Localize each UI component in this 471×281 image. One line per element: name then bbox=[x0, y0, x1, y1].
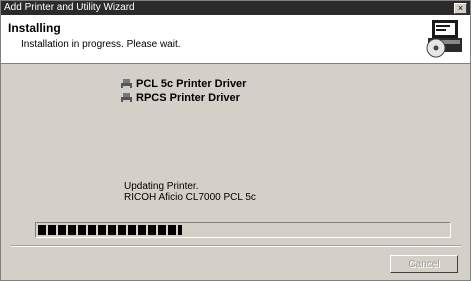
progress-block bbox=[118, 225, 126, 235]
progress-block bbox=[128, 225, 136, 235]
progress-block bbox=[68, 225, 76, 235]
progress-bar bbox=[35, 222, 451, 238]
status-line-action: Updating Printer. bbox=[124, 181, 199, 192]
progress-block bbox=[58, 225, 66, 235]
list-item: RPCS Printer Driver bbox=[121, 91, 246, 105]
list-item: PCL 5c Printer Driver bbox=[121, 77, 246, 91]
status-text: Updating Printer. RICOH Aficio CL7000 PC… bbox=[124, 181, 256, 203]
progress-block bbox=[108, 225, 116, 235]
driver-list: PCL 5c Printer Driver RPCS Printer Drive… bbox=[121, 77, 246, 105]
progress-block bbox=[138, 225, 146, 235]
progress-block bbox=[88, 225, 96, 235]
progress-block bbox=[38, 225, 46, 235]
close-button[interactable]: × bbox=[454, 3, 467, 14]
wizard-header: Installing Installation in progress. Ple… bbox=[1, 15, 470, 64]
wizard-window: Add Printer and Utility Wizard × Install… bbox=[0, 0, 471, 281]
printer-driver-icon bbox=[121, 79, 132, 89]
status-line-printer: RICOH Aficio CL7000 PCL 5c bbox=[124, 192, 256, 203]
page-subtitle: Installation in progress. Please wait. bbox=[21, 39, 181, 50]
printer-driver-icon bbox=[121, 93, 132, 103]
cancel-button[interactable]: Cancel bbox=[390, 255, 458, 273]
progress-block bbox=[98, 225, 106, 235]
driver-label: RPCS Printer Driver bbox=[136, 92, 240, 104]
page-title: Installing bbox=[8, 21, 61, 35]
progress-block bbox=[48, 225, 56, 235]
divider bbox=[11, 245, 461, 247]
printer-cd-icon bbox=[426, 20, 462, 58]
progress-block bbox=[148, 225, 156, 235]
progress-block bbox=[178, 225, 182, 235]
title-bar[interactable]: Add Printer and Utility Wizard × bbox=[1, 1, 470, 15]
window-title: Add Printer and Utility Wizard bbox=[4, 2, 135, 13]
driver-label: PCL 5c Printer Driver bbox=[136, 78, 247, 90]
progress-block bbox=[78, 225, 86, 235]
progress-block bbox=[168, 225, 176, 235]
progress-block bbox=[158, 225, 166, 235]
progress-fill bbox=[38, 225, 182, 235]
